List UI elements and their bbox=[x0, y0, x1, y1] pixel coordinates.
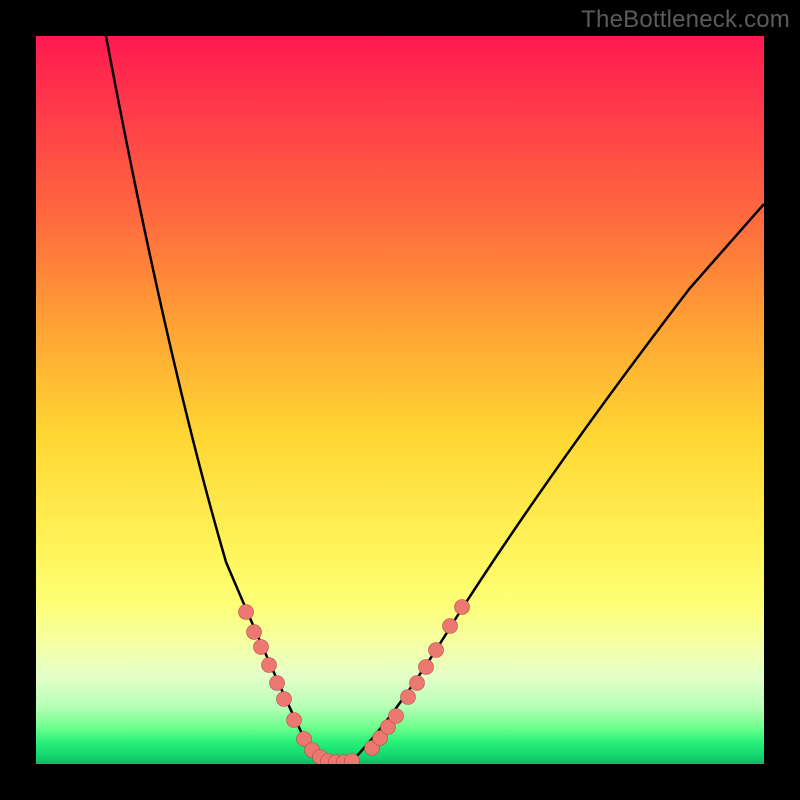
watermark-text: TheBottleneck.com bbox=[581, 6, 790, 34]
outer-frame: TheBottleneck.com bbox=[0, 0, 800, 800]
data-dot bbox=[262, 658, 277, 673]
data-dot bbox=[410, 676, 425, 691]
curve-left bbox=[106, 36, 336, 762]
data-dot bbox=[287, 713, 302, 728]
chart-svg bbox=[36, 36, 764, 764]
data-dot bbox=[277, 692, 292, 707]
data-dot bbox=[401, 690, 416, 705]
dot-group bbox=[239, 600, 470, 765]
plot-area bbox=[36, 36, 764, 764]
data-dot bbox=[455, 600, 470, 615]
data-dot bbox=[247, 625, 262, 640]
data-dot bbox=[443, 619, 458, 634]
data-dot bbox=[419, 660, 434, 675]
data-dot bbox=[389, 709, 404, 724]
data-dot bbox=[254, 640, 269, 655]
data-dot bbox=[429, 643, 444, 658]
data-dot bbox=[270, 676, 285, 691]
data-dot bbox=[239, 605, 254, 620]
